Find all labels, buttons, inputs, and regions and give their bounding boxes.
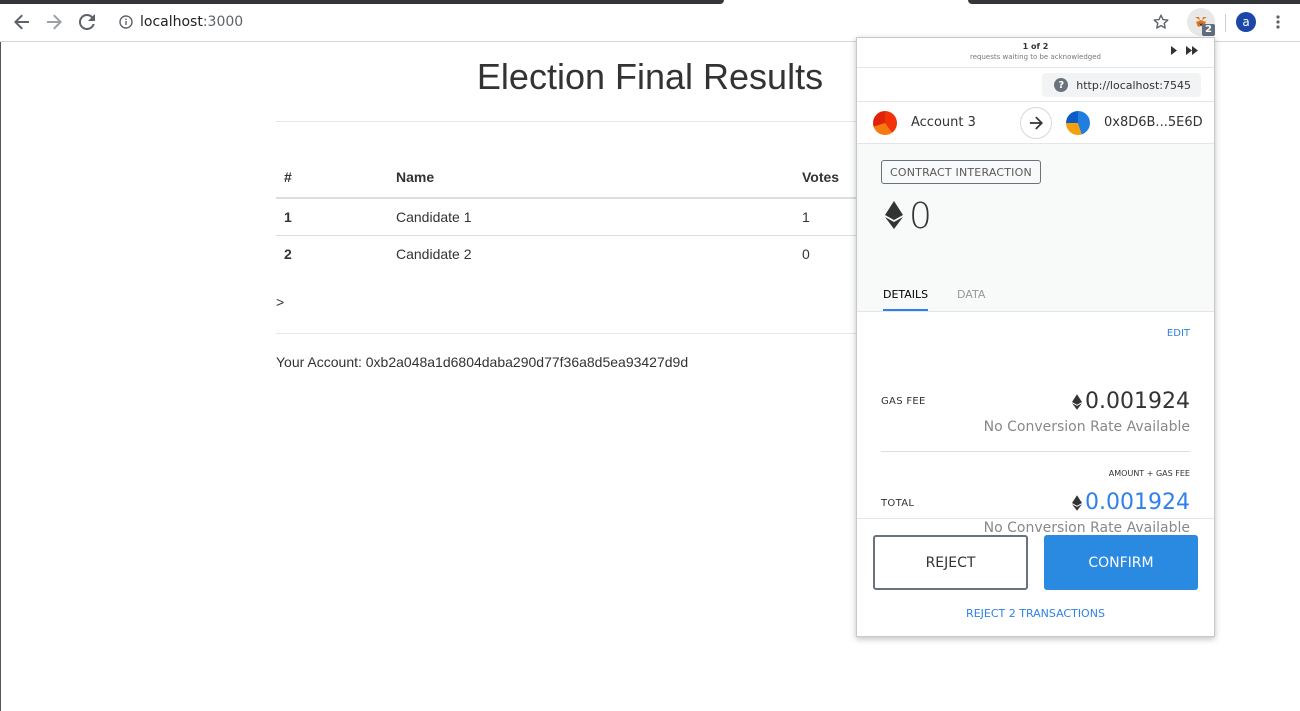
column-header-number: # <box>276 158 388 199</box>
gas-fee-conversion: No Conversion Rate Available <box>983 419 1190 435</box>
url-host: localhost <box>140 14 203 30</box>
request-navigation: 1 of 2 requests waiting to be acknowledg… <box>857 38 1214 68</box>
total-conversion: No Conversion Rate Available <box>983 520 1190 536</box>
table-header-row: # Name Votes <box>276 158 876 199</box>
bookmark-star-icon[interactable] <box>1147 8 1175 36</box>
extension-badge: 2 <box>1202 24 1215 36</box>
stray-text: > <box>276 294 285 310</box>
arrow-right-icon <box>1020 107 1052 139</box>
details-panel: EDIT GAS FEE 0.001924 No Conversion Rate… <box>857 312 1214 536</box>
question-icon: ? <box>1054 78 1069 92</box>
transaction-summary: CONTRACT INTERACTION 0 DETAILS DATA <box>857 144 1214 312</box>
origin-pill: ? http://localhost:7545 <box>1042 73 1201 97</box>
ethereum-icon <box>1072 494 1083 511</box>
url-port: :3000 <box>202 14 244 30</box>
total-value: 0.001924 <box>1085 490 1190 515</box>
ethereum-icon <box>1072 393 1083 410</box>
column-header-name: Name <box>388 158 794 199</box>
to-address[interactable]: 0x8D6B...5E6D <box>1104 115 1203 130</box>
total-value-row: 0.001924 <box>1072 490 1190 515</box>
window-edge <box>0 42 1 711</box>
candidate-id: 1 <box>276 197 388 235</box>
account-address: Your Account: 0xb2a048a1d6804daba290d77f… <box>276 354 689 370</box>
tab-data[interactable]: DATA <box>957 288 985 309</box>
candidate-name: Candidate 2 <box>388 234 794 272</box>
divider <box>276 121 876 122</box>
results-table: # Name Votes 1 Candidate 1 1 2 Candidate… <box>276 158 876 272</box>
table-row: 1 Candidate 1 1 <box>276 197 876 235</box>
confirm-button[interactable]: CONFIRM <box>1044 535 1198 590</box>
request-count: 1 of 2 <box>1022 42 1049 51</box>
reject-button[interactable]: REJECT <box>873 535 1028 590</box>
from-account-name[interactable]: Account 3 <box>911 115 976 130</box>
amount-display: 0 <box>885 196 932 237</box>
url-text: localhost:3000 <box>140 14 243 30</box>
from-identicon <box>873 111 897 135</box>
gas-fee-label: GAS FEE <box>881 396 926 407</box>
menu-kebab-icon[interactable] <box>1264 8 1292 36</box>
sender-recipient-row: Account 3 0x8D6B...5E6D <box>857 102 1214 144</box>
request-count-subtitle: requests waiting to be acknowledged <box>970 53 1101 61</box>
back-icon[interactable] <box>8 8 36 36</box>
amount-gas-label: AMOUNT + GAS FEE <box>1108 469 1190 478</box>
reload-icon[interactable] <box>73 8 101 36</box>
total-label: TOTAL <box>881 498 915 509</box>
action-badge: CONTRACT INTERACTION <box>881 160 1041 184</box>
next-request-icon[interactable] <box>1170 46 1178 58</box>
candidate-name: Candidate 1 <box>388 197 794 235</box>
divider <box>276 333 876 334</box>
tab-details[interactable]: DETAILS <box>883 288 929 311</box>
divider <box>881 451 1190 452</box>
amount-value: 0 <box>909 196 932 237</box>
profile-avatar[interactable]: a <box>1236 12 1256 32</box>
table-row: 2 Candidate 2 0 <box>276 234 876 272</box>
forward-icon[interactable] <box>40 8 68 36</box>
to-identicon <box>1066 111 1090 135</box>
gas-fee-value: 0.001924 <box>1085 389 1190 414</box>
origin-row: ? http://localhost:7545 <box>857 68 1214 102</box>
gas-fee-value-row: 0.001924 <box>1072 389 1190 414</box>
last-request-icon[interactable] <box>1186 46 1199 58</box>
ethereum-icon <box>885 200 903 233</box>
metamask-popup: 1 of 2 requests waiting to be acknowledg… <box>856 37 1215 637</box>
toolbar-divider <box>1225 14 1226 32</box>
address-bar[interactable]: localhost:3000 <box>112 8 1178 36</box>
origin-url: http://localhost:7545 <box>1076 78 1191 92</box>
reject-all-link[interactable]: REJECT 2 TRANSACTIONS <box>857 607 1214 620</box>
info-icon[interactable] <box>112 15 140 29</box>
edit-gas-link[interactable]: EDIT <box>1167 328 1190 339</box>
candidate-id: 2 <box>276 234 388 272</box>
